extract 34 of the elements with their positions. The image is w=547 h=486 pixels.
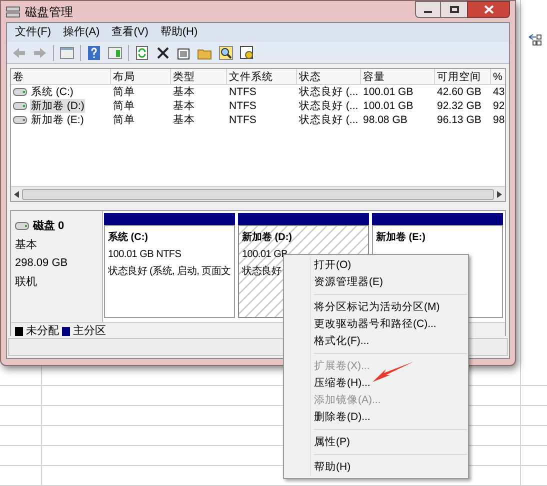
table-cell: 基本 bbox=[173, 85, 195, 99]
table-cell: 43 bbox=[493, 85, 505, 99]
table-cell: 92.32 GB bbox=[437, 99, 482, 113]
table-cell: NTFS bbox=[229, 85, 256, 99]
window-title: 磁盘管理 bbox=[25, 4, 73, 20]
table-cell: 简单 bbox=[113, 85, 135, 99]
partition-detail: 状态良好 (系统, 启动, 页面文 bbox=[108, 264, 231, 279]
table-cell: NTFS bbox=[229, 99, 256, 113]
table-cell: 92 bbox=[493, 99, 505, 113]
partition-name: 系统 (C:) bbox=[108, 230, 148, 245]
table-cell: 基本 bbox=[173, 99, 195, 113]
disk-status: 联机 bbox=[15, 274, 38, 290]
legend-label: 未分配 bbox=[26, 324, 59, 340]
table-cell: 42.60 GB bbox=[437, 85, 482, 99]
table-cell: 100.01 GB bbox=[363, 85, 414, 99]
table-cell: 简单 bbox=[113, 113, 135, 127]
table-cell: 100.01 GB bbox=[363, 99, 414, 113]
partition-detail: 100.01 GB NTFS bbox=[108, 248, 182, 262]
table-cell: 状态良好 (... bbox=[299, 85, 358, 99]
partition-detail: 状态良好 bbox=[242, 264, 281, 279]
table-cell: 96.13 GB bbox=[437, 113, 482, 127]
table-cell: 基本 bbox=[173, 113, 195, 127]
disk-name: 磁盘 0 bbox=[33, 219, 64, 234]
disk-type: 基本 bbox=[15, 238, 38, 252]
partition-name: 新加卷 (D:) bbox=[242, 230, 292, 245]
table-cell: 简单 bbox=[113, 99, 135, 113]
table-cell: 状态良好 (... bbox=[299, 113, 358, 127]
table-cell: 98 bbox=[493, 113, 505, 127]
table-cell: NTFS bbox=[229, 113, 256, 127]
legend-label: 主分区 bbox=[73, 324, 106, 340]
partition-name: 新加卷 (E:) bbox=[376, 230, 426, 245]
table-cell: 状态良好 (... bbox=[299, 99, 358, 113]
disk-size: 298.09 GB bbox=[15, 256, 69, 271]
table-cell: 98.08 GB bbox=[363, 113, 408, 127]
